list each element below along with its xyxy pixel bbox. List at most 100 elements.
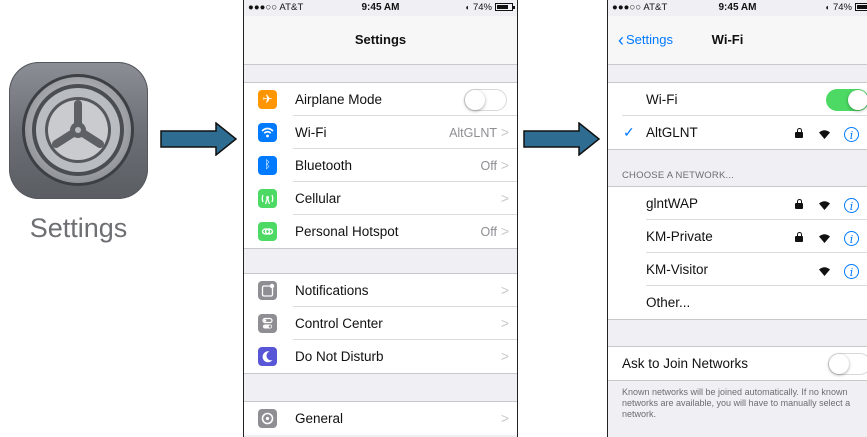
- toggle-knob: [829, 353, 849, 374]
- settings-group-connectivity: ✈ Airplane Mode Wi-Fi AltGLNT > ᛒ Blueto…: [244, 82, 517, 249]
- info-button[interactable]: i: [844, 198, 859, 213]
- settings-row-airplane-mode[interactable]: ✈ Airplane Mode: [244, 83, 517, 116]
- info-button[interactable]: i: [844, 264, 859, 279]
- hotspot-icon: [258, 222, 277, 241]
- nav-bar: Settings: [244, 16, 517, 65]
- chevron-right-icon: >: [500, 410, 509, 426]
- status-bar: ●●●○○ AT&T 9:45 AM ◐ 74%: [244, 0, 517, 16]
- network-row[interactable]: KM-Private i: [608, 220, 867, 253]
- battery-indicator: ◐ 74%: [466, 2, 515, 13]
- wifi-toggle[interactable]: [826, 89, 867, 111]
- ask-to-join-toggle[interactable]: [828, 353, 867, 375]
- chevron-right-icon: >: [500, 124, 509, 140]
- lock-icon: [795, 232, 804, 242]
- wifi-group-main: Wi-Fi ✓ AltGLNT i: [608, 82, 867, 150]
- chevron-right-icon: >: [500, 348, 509, 364]
- wifi-screen: ●●●○○ AT&T 9:45 AM ◐ 74% ‹ Settings Wi-Fi…: [607, 0, 867, 437]
- row-label: Control Center: [295, 316, 383, 331]
- row-label: Notifications: [295, 283, 369, 298]
- settings-row-do-not-disturb[interactable]: Do Not Disturb >: [244, 340, 517, 373]
- network-name: glntWAP: [646, 196, 699, 211]
- toggle-knob: [465, 89, 485, 110]
- row-value: Off: [480, 159, 497, 173]
- row-label: Cellular: [295, 191, 341, 206]
- control-center-icon: [258, 314, 277, 333]
- lock-icon: [795, 199, 804, 209]
- network-row[interactable]: glntWAP i: [608, 187, 867, 220]
- cellular-icon: [258, 189, 277, 208]
- settings-row-general[interactable]: General >: [244, 402, 517, 435]
- footer-text: Known networks will be joined automatica…: [622, 387, 851, 419]
- row-label: General: [295, 411, 344, 426]
- chevron-right-icon: >: [500, 223, 509, 239]
- other-label: Other...: [646, 295, 691, 310]
- chevron-right-icon: >: [500, 282, 509, 298]
- gear-icon: [22, 74, 134, 186]
- network-icons: i: [795, 124, 859, 142]
- chevron-right-icon: >: [500, 157, 509, 173]
- battery-icon: [495, 3, 515, 11]
- network-name: AltGLNT: [646, 125, 698, 140]
- page-title: Wi-Fi: [711, 32, 744, 47]
- wifi-signal-icon: [818, 201, 830, 210]
- row-value: AltGLNT: [449, 126, 497, 140]
- connected-network-row[interactable]: ✓ AltGLNT i: [608, 116, 867, 149]
- network-name: KM-Private: [646, 229, 713, 244]
- settings-screen: ●●●○○ AT&T 9:45 AM ◐ 74% Settings ✈ Airp…: [243, 0, 518, 437]
- status-bar: ●●●○○ AT&T 9:45 AM ◐ 74%: [608, 0, 867, 16]
- page-title: Settings: [354, 32, 407, 47]
- toggle-knob: [848, 90, 867, 110]
- app-icon-label: Settings: [29, 213, 128, 243]
- battery-indicator: ◐ 74%: [826, 2, 867, 13]
- chevron-right-icon: >: [500, 190, 509, 206]
- nav-bar: ‹ Settings Wi-Fi: [608, 16, 867, 65]
- wifi-signal-icon: [818, 267, 830, 276]
- ask-to-join-row: Ask to Join Networks: [608, 347, 867, 380]
- settings-row-notifications[interactable]: Notifications >: [244, 274, 517, 307]
- wifi-group-ask: Ask to Join Networks: [608, 346, 867, 381]
- network-icons: i: [795, 228, 859, 246]
- row-label: Wi-Fi: [295, 125, 327, 140]
- other-network-row[interactable]: Other...: [608, 286, 867, 319]
- wifi-group-networks: glntWAP i KM-Private i KM-Visitor i Othe…: [608, 186, 867, 320]
- arrow-right-icon: [160, 122, 238, 156]
- battery-percent: 74%: [832, 2, 852, 13]
- notifications-icon: [258, 281, 277, 300]
- wifi-icon: [258, 123, 277, 142]
- row-value: Off: [480, 225, 497, 239]
- section-header: CHOOSE A NETWORK...: [622, 170, 735, 181]
- row-label: Personal Hotspot: [295, 224, 399, 239]
- row-label: Wi-Fi: [646, 92, 678, 107]
- network-row[interactable]: KM-Visitor i: [608, 253, 867, 286]
- settings-row-personal-hotspot[interactable]: Personal Hotspot Off >: [244, 215, 517, 248]
- lock-icon: [795, 128, 804, 138]
- settings-row-control-center[interactable]: Control Center >: [244, 307, 517, 340]
- airplane-icon: ✈: [258, 90, 277, 109]
- row-label: Do Not Disturb: [295, 349, 384, 364]
- row-label: Bluetooth: [295, 158, 353, 173]
- arrow-right-icon: [523, 122, 601, 156]
- battery-icon: [855, 3, 867, 11]
- settings-row-wifi[interactable]: Wi-Fi AltGLNT >: [244, 116, 517, 149]
- battery-percent: 74%: [472, 2, 492, 13]
- network-name: KM-Visitor: [646, 262, 709, 277]
- info-button[interactable]: i: [844, 127, 859, 142]
- network-icons: i: [795, 195, 859, 213]
- network-icons: i: [818, 261, 859, 279]
- chevron-right-icon: >: [500, 315, 509, 331]
- info-button[interactable]: i: [844, 231, 859, 246]
- wifi-signal-icon: [818, 130, 830, 139]
- settings-row-bluetooth[interactable]: ᛒ Bluetooth Off >: [244, 149, 517, 182]
- row-label: Ask to Join Networks: [622, 356, 749, 371]
- moon-icon: [258, 347, 277, 366]
- wifi-toggle-row: Wi-Fi: [608, 83, 867, 116]
- gear-icon: [258, 409, 277, 428]
- settings-group-system: Notifications > Control Center > Do Not …: [244, 273, 517, 374]
- checkmark-icon: ✓: [623, 124, 635, 140]
- airplane-mode-toggle[interactable]: [464, 89, 507, 111]
- settings-app-icon[interactable]: [9, 62, 148, 199]
- row-label: Airplane Mode: [295, 92, 383, 107]
- settings-group-general: General >: [244, 401, 517, 435]
- settings-row-cellular[interactable]: Cellular >: [244, 182, 517, 215]
- wifi-signal-icon: [818, 234, 830, 243]
